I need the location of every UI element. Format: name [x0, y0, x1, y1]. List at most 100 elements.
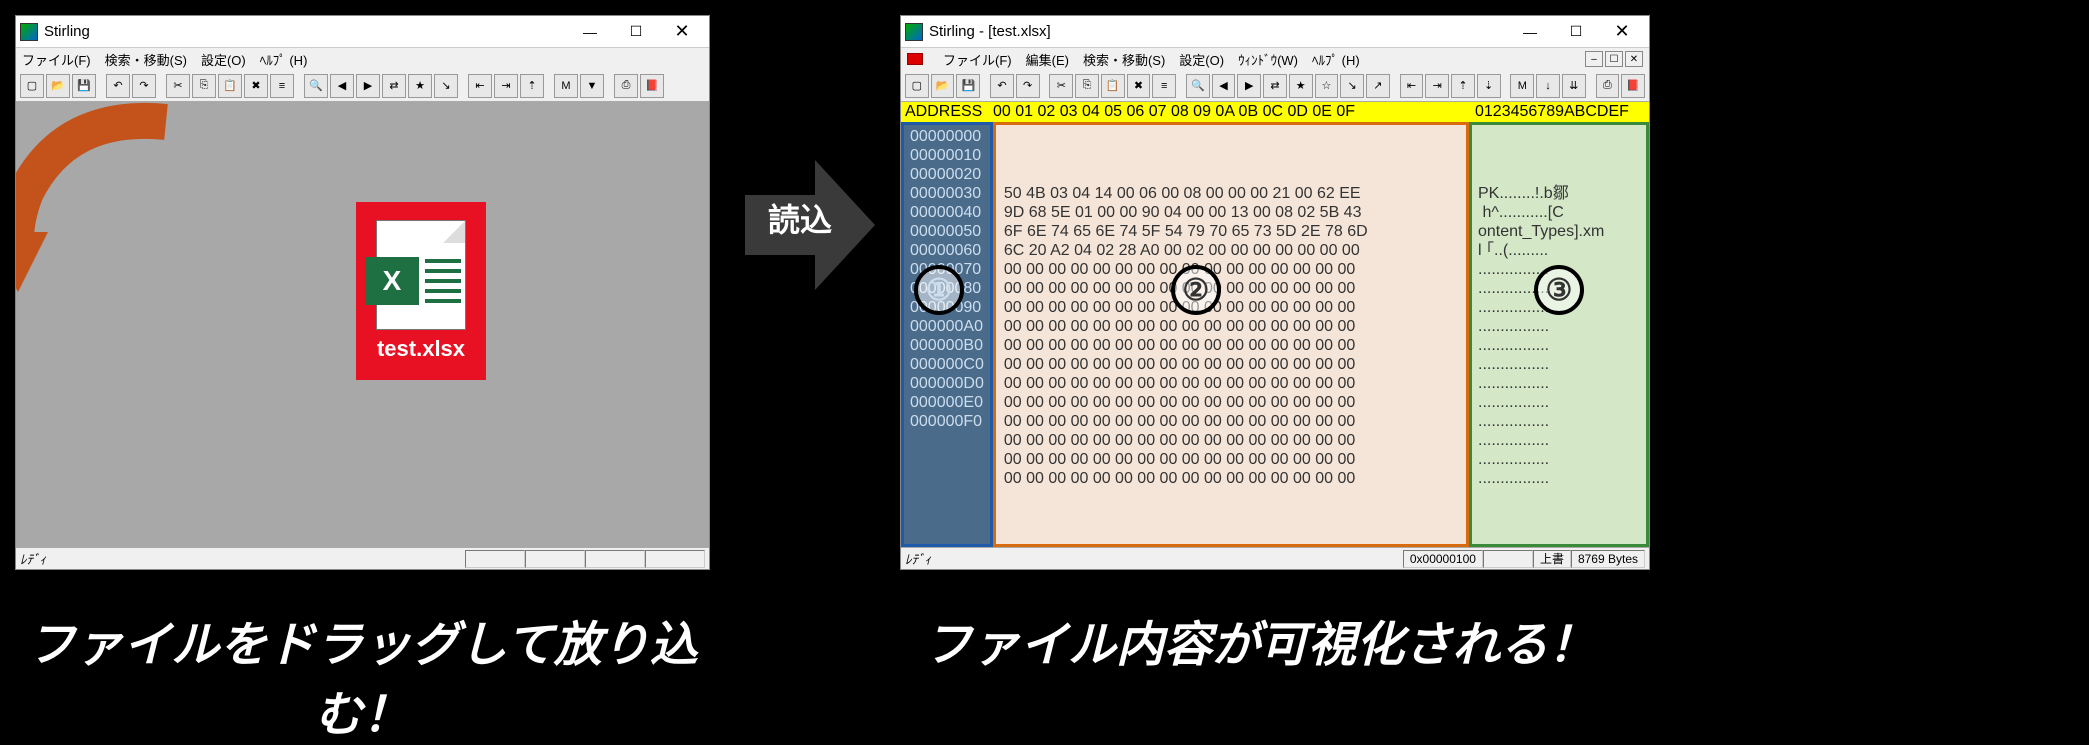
- save-button[interactable]: 💾: [956, 74, 980, 98]
- mdi-close[interactable]: ✕: [1625, 51, 1643, 67]
- hex-row[interactable]: 00 00 00 00 00 00 00 00 00 00 00 00 00 0…: [1004, 393, 1458, 412]
- menu-item[interactable]: 編集(E): [1026, 50, 1069, 69]
- addr-cell: 00000020: [910, 165, 984, 184]
- dragged-file[interactable]: X test.xlsx: [356, 202, 486, 380]
- addr-cell: 00000030: [910, 184, 984, 203]
- addr-cell: 00000040: [910, 203, 984, 222]
- close-button[interactable]: ✕: [1599, 17, 1645, 47]
- menu-item[interactable]: ｳｨﾝﾄﾞｳ(W): [1238, 50, 1298, 69]
- go-button[interactable]: ↘: [1340, 74, 1364, 98]
- redo-button[interactable]: ↷: [1016, 74, 1040, 98]
- sel-button[interactable]: ▼: [580, 74, 604, 98]
- copy-button[interactable]: ⎘: [192, 74, 216, 98]
- hex-view[interactable]: 0000000000000010000000200000003000000040…: [901, 122, 1649, 547]
- hex-row[interactable]: 00 00 00 00 00 00 00 00 00 00 00 00 00 0…: [1004, 431, 1458, 450]
- cut-button[interactable]: ✂: [1049, 74, 1073, 98]
- mdi-restore[interactable]: ☐: [1605, 51, 1623, 67]
- cut-button[interactable]: ✂: [166, 74, 190, 98]
- mark-button[interactable]: ★: [408, 74, 432, 98]
- find-button[interactable]: 🔍: [304, 74, 328, 98]
- annotation-circle-2: ②: [1171, 265, 1221, 315]
- delete-button[interactable]: ✖: [244, 74, 268, 98]
- redo-button[interactable]: ↷: [132, 74, 156, 98]
- insert-button[interactable]: ≡: [1152, 74, 1176, 98]
- file-name: test.xlsx: [377, 336, 465, 362]
- replace-button[interactable]: ⇄: [1263, 74, 1287, 98]
- hex-row[interactable]: 00 00 00 00 00 00 00 00 00 00 00 00 00 0…: [1004, 317, 1458, 336]
- menu-item[interactable]: 設定(O): [1179, 50, 1224, 69]
- print-button[interactable]: ⎙: [1596, 74, 1620, 98]
- hex-row[interactable]: 00 00 00 00 00 00 00 00 00 00 00 00 00 0…: [1004, 298, 1458, 317]
- hex-row[interactable]: 6F 6E 74 65 6E 74 5F 54 79 70 65 73 5D 2…: [1004, 222, 1458, 241]
- nav-up-button[interactable]: ⇡: [520, 74, 544, 98]
- hex-row[interactable]: 00 00 00 00 00 00 00 00 00 00 00 00 00 0…: [1004, 355, 1458, 374]
- hex-row[interactable]: 00 00 00 00 00 00 00 00 00 00 00 00 00 0…: [1004, 336, 1458, 355]
- menu-item[interactable]: ﾍﾙﾌﾟ (H): [1312, 50, 1360, 69]
- undo-button[interactable]: ↶: [106, 74, 130, 98]
- menu-item[interactable]: 検索・移動(S): [1083, 50, 1165, 69]
- hex-row[interactable]: 9D 68 5E 01 00 00 90 04 00 00 13 00 08 0…: [1004, 203, 1458, 222]
- replace-button[interactable]: ⇄: [382, 74, 406, 98]
- copy-button[interactable]: ⎘: [1075, 74, 1099, 98]
- delete-button[interactable]: ✖: [1127, 74, 1151, 98]
- maximize-button[interactable]: ☐: [1553, 17, 1599, 47]
- hex-row[interactable]: 00 00 00 00 00 00 00 00 00 00 00 00 00 0…: [1004, 260, 1458, 279]
- menu-item[interactable]: ﾍﾙﾌﾟ (H): [260, 50, 308, 69]
- workarea-empty[interactable]: X test.xlsx: [16, 102, 709, 547]
- open-button[interactable]: 📂: [931, 74, 955, 98]
- mark2-button[interactable]: ☆: [1315, 74, 1339, 98]
- minimize-button[interactable]: —: [1507, 17, 1553, 47]
- find-next-button[interactable]: ▶: [1237, 74, 1261, 98]
- find-prev-button[interactable]: ◀: [330, 74, 354, 98]
- menu-item[interactable]: 設定(O): [201, 50, 246, 69]
- mdi-child-icon: [907, 53, 923, 65]
- hex-row[interactable]: 00 00 00 00 00 00 00 00 00 00 00 00 00 0…: [1004, 374, 1458, 393]
- insert-button[interactable]: ≡: [270, 74, 294, 98]
- down1-button[interactable]: ↓: [1536, 74, 1560, 98]
- hex-row[interactable]: 50 4B 03 04 14 00 06 00 08 00 00 00 21 0…: [1004, 184, 1458, 203]
- new-button[interactable]: ▢: [20, 74, 44, 98]
- nav-next-button[interactable]: ⇥: [1425, 74, 1449, 98]
- down2-button[interactable]: ⇊: [1562, 74, 1586, 98]
- new-button[interactable]: ▢: [905, 74, 929, 98]
- mask-button[interactable]: M: [554, 74, 578, 98]
- help-button[interactable]: 📕: [640, 74, 664, 98]
- mdi-minimize[interactable]: –: [1585, 51, 1603, 67]
- help-button[interactable]: 📕: [1621, 74, 1645, 98]
- nav-prev-button[interactable]: ⇤: [468, 74, 492, 98]
- hex-row[interactable]: 00 00 00 00 00 00 00 00 00 00 00 00 00 0…: [1004, 450, 1458, 469]
- nav-up-button[interactable]: ⇡: [1451, 74, 1475, 98]
- hex-row[interactable]: 00 00 00 00 00 00 00 00 00 00 00 00 00 0…: [1004, 279, 1458, 298]
- hex-row[interactable]: 6C 20 A2 04 02 28 A0 00 02 00 00 00 00 0…: [1004, 241, 1458, 260]
- open-button[interactable]: 📂: [46, 74, 70, 98]
- nav-prev-button[interactable]: ⇤: [1400, 74, 1424, 98]
- hex-column[interactable]: 50 4B 03 04 14 00 06 00 08 00 00 00 21 0…: [993, 122, 1469, 547]
- minimize-button[interactable]: —: [567, 17, 613, 47]
- go-button[interactable]: ↘: [434, 74, 458, 98]
- save-button[interactable]: 💾: [72, 74, 96, 98]
- close-button[interactable]: ✕: [659, 17, 705, 47]
- find-prev-button[interactable]: ◀: [1212, 74, 1236, 98]
- menu-item[interactable]: ファイル(F): [943, 50, 1012, 69]
- nav-down-button[interactable]: ⇣: [1477, 74, 1501, 98]
- menu-item[interactable]: ファイル(F): [22, 50, 91, 69]
- paste-button[interactable]: 📋: [218, 74, 242, 98]
- mask-button[interactable]: M: [1510, 74, 1534, 98]
- paste-button[interactable]: 📋: [1101, 74, 1125, 98]
- stirling-window-loaded: Stirling - [test.xlsx] — ☐ ✕ ファイル(F) 編集(E…: [900, 15, 1650, 570]
- caption-right: ファイル内容が可視化される！: [870, 605, 1650, 675]
- nav-next-button[interactable]: ⇥: [494, 74, 518, 98]
- find-button[interactable]: 🔍: [1186, 74, 1210, 98]
- print-button[interactable]: ⎙: [614, 74, 638, 98]
- maximize-button[interactable]: ☐: [613, 17, 659, 47]
- menu-item[interactable]: 検索・移動(S): [105, 50, 187, 69]
- go2-button[interactable]: ↗: [1366, 74, 1390, 98]
- titlebar[interactable]: Stirling — ☐ ✕: [16, 16, 709, 48]
- undo-button[interactable]: ↶: [990, 74, 1014, 98]
- titlebar[interactable]: Stirling - [test.xlsx] — ☐ ✕: [901, 16, 1649, 48]
- mark-button[interactable]: ★: [1289, 74, 1313, 98]
- hex-row[interactable]: 00 00 00 00 00 00 00 00 00 00 00 00 00 0…: [1004, 469, 1458, 488]
- find-next-button[interactable]: ▶: [356, 74, 380, 98]
- hex-row[interactable]: 00 00 00 00 00 00 00 00 00 00 00 00 00 0…: [1004, 412, 1458, 431]
- ascii-row: ................: [1478, 450, 1640, 469]
